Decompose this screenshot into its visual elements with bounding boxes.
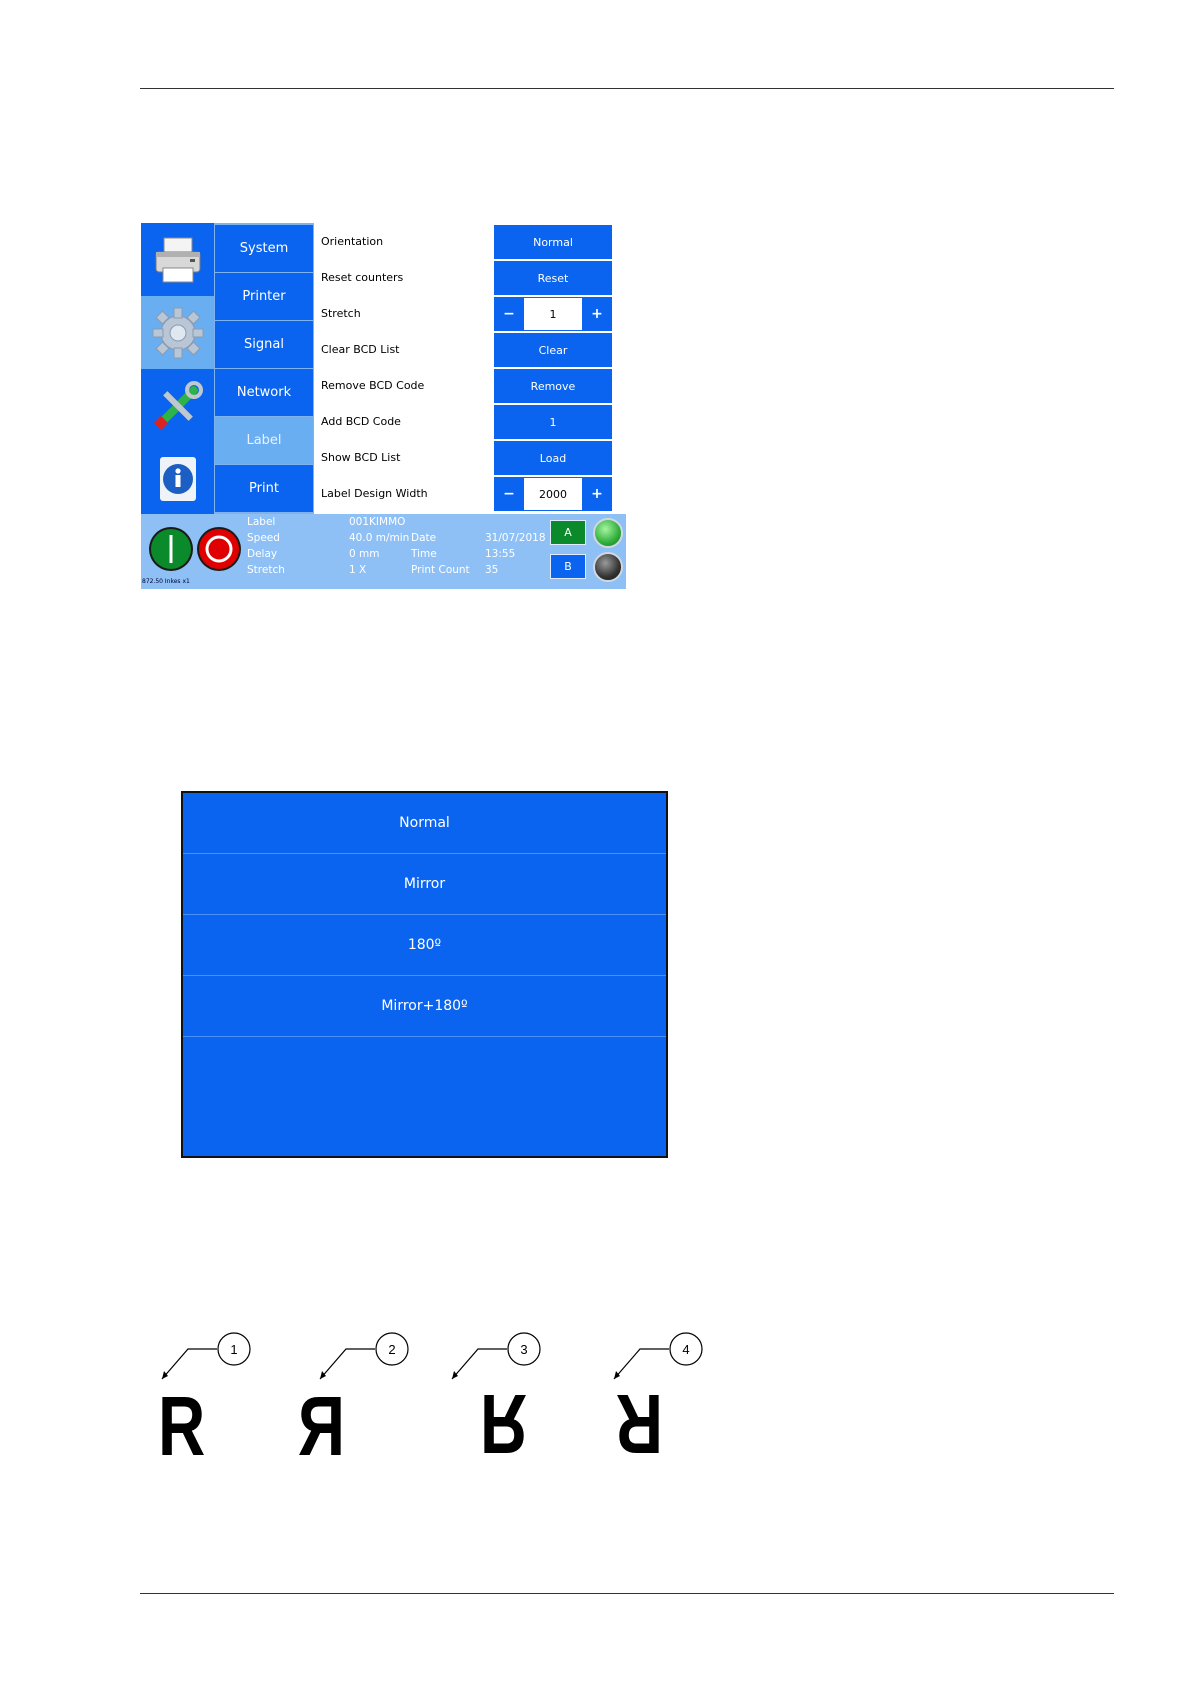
callout-3: 3 [520,1342,527,1357]
status-bar: Label Speed Delay Stretch 001KIMMO 40.0 … [141,514,626,589]
tools-icon [153,380,203,430]
reset-button[interactable]: Reset [494,261,612,295]
orientation-button[interactable]: Normal [494,225,612,259]
settings-menu: System Printer Signal Network Label Prin… [214,223,314,514]
width-increment-button[interactable]: + [582,477,612,511]
status-time-key: Time [411,548,437,560]
status-speed-value: 40.0 m/min [349,532,410,544]
settings-tab[interactable] [141,296,214,369]
status-stretch-key: Stretch [247,564,285,576]
example-mirror: 2 R [298,1332,409,1465]
tools-tab[interactable] [141,369,214,442]
menu-item-label[interactable]: Label [215,417,313,464]
orientation-option-mirror[interactable]: Mirror [183,854,666,915]
stretch-value[interactable]: 1 [524,297,582,331]
status-time-value: 13:55 [485,548,516,560]
status-light-off [593,552,623,582]
menu-item-system[interactable]: System [215,225,313,272]
reset-counters-label: Reset counters [321,271,404,284]
status-label-key: Label [247,516,276,528]
glyph-mirror: R [298,1379,345,1465]
orientation-option-mirror-180[interactable]: Mirror+180º [183,976,666,1037]
add-bcd-code-button[interactable]: 1 [494,405,612,439]
orientation-option-normal[interactable]: Normal [183,793,666,854]
orientation-label: Orientation [321,235,384,248]
footer-rule [140,1593,1114,1594]
a-button[interactable]: A [550,520,586,545]
status-count-value: 35 [485,564,499,576]
clear-bcd-list-label: Clear BCD List [321,343,400,356]
status-footer-text: 872.50 Inkes x1 [142,578,190,585]
start-button[interactable] [148,526,194,572]
glyph-180: R [480,1377,527,1465]
stop-button[interactable] [196,526,242,572]
callout-2: 2 [388,1342,395,1357]
callout-4: 4 [682,1342,689,1357]
status-speed-key: Speed [247,532,280,544]
status-date-value: 31/07/2018 [485,532,546,544]
label-settings-panel: Orientation Normal Reset counters Reset … [314,223,626,514]
example-180: 3 R [451,1332,541,1465]
glyph-normal: R [158,1379,205,1465]
orientation-examples-figure: 1 R 2 R 3 R 4 R [158,1332,703,1465]
printer-tab[interactable] [141,223,214,296]
remove-button[interactable]: Remove [494,369,612,403]
clear-button[interactable]: Clear [494,333,612,367]
stretch-label: Stretch [321,307,361,320]
status-delay-value: 0 mm [349,548,380,560]
glyph-mirror-180: R [616,1377,663,1465]
status-light-green [593,518,623,548]
example-normal: 1 R [158,1332,251,1465]
status-label-value: 001KIMMO [349,516,406,528]
width-decrement-button[interactable]: − [494,477,524,511]
menu-item-print[interactable]: Print [215,465,313,512]
status-stretch-value: 1 X [349,564,367,576]
menu-item-signal[interactable]: Signal [215,321,313,368]
info-tab[interactable] [141,442,214,515]
menu-item-printer[interactable]: Printer [215,273,313,320]
status-count-key: Print Count [411,564,470,576]
load-button[interactable]: Load [494,441,612,475]
label-design-width-label: Label Design Width [321,487,428,500]
gear-icon [152,307,203,358]
b-button[interactable]: B [550,554,586,579]
printer-settings-screen: System Printer Signal Network Label Prin… [141,223,626,589]
menu-item-network[interactable]: Network [215,369,313,416]
callout-1: 1 [230,1342,237,1357]
printer-icon [155,237,200,282]
icon-sidebar [141,223,214,515]
add-bcd-code-label: Add BCD Code [321,415,401,428]
orientation-menu: Normal Mirror 180º Mirror+180º [181,791,668,1158]
stretch-decrement-button[interactable]: − [494,297,524,331]
width-value[interactable]: 2000 [524,477,582,511]
orientation-option-180[interactable]: 180º [183,915,666,976]
example-mirror-180: 4 R [613,1332,703,1465]
show-bcd-list-label: Show BCD List [321,451,401,464]
stretch-increment-button[interactable]: + [582,297,612,331]
status-delay-key: Delay [247,548,278,560]
remove-bcd-code-label: Remove BCD Code [321,379,425,392]
status-date-key: Date [411,532,437,544]
info-icon [159,456,196,501]
header-rule [140,88,1114,89]
